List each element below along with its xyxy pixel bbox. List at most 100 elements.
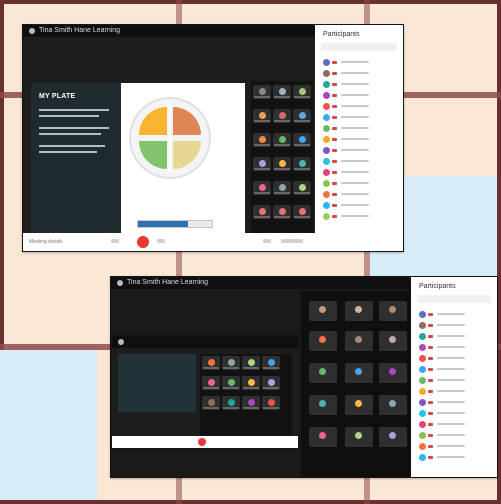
participant-tile[interactable] [273, 205, 291, 219]
participant-row[interactable] [419, 430, 491, 440]
presentation-slide[interactable]: MY PLATE [31, 83, 245, 237]
participant-row[interactable] [323, 123, 397, 133]
participant-row[interactable] [419, 353, 491, 363]
participant-video[interactable] [309, 363, 337, 383]
participant-tile[interactable] [253, 133, 271, 147]
participant-tile[interactable] [273, 181, 291, 195]
participant-row[interactable] [323, 178, 397, 188]
participant-row[interactable] [419, 331, 491, 341]
participant-video[interactable] [309, 301, 337, 321]
participant-tile[interactable] [273, 157, 291, 171]
participant-tile[interactable] [202, 376, 220, 390]
participant-row[interactable] [323, 200, 397, 210]
participant-tile[interactable] [293, 157, 311, 171]
participant-row[interactable] [323, 167, 397, 177]
participant-tile[interactable] [242, 376, 260, 390]
participant-grid [251, 81, 313, 241]
participant-tile[interactable] [242, 396, 260, 410]
participant-row[interactable] [419, 397, 491, 407]
participant-row[interactable] [323, 211, 397, 221]
participants-header: Participants [323, 31, 360, 38]
participant-video[interactable] [309, 331, 337, 351]
participant-video[interactable] [345, 331, 373, 351]
participant-video[interactable] [309, 427, 337, 447]
participant-tile[interactable] [253, 205, 271, 219]
participant-row[interactable] [419, 386, 491, 396]
end-call-button[interactable] [198, 438, 206, 446]
participants-search[interactable] [321, 43, 397, 51]
participant-tile[interactable] [253, 109, 271, 123]
participant-grid [200, 354, 292, 436]
participant-tile[interactable] [262, 356, 280, 370]
participant-tile[interactable] [222, 376, 240, 390]
participant-tile[interactable] [293, 205, 311, 219]
participant-video[interactable] [345, 427, 373, 447]
participant-video[interactable] [309, 395, 337, 415]
window-titlebar [112, 336, 298, 348]
participant-tile[interactable] [293, 109, 311, 123]
captions-button[interactable] [263, 239, 271, 243]
participant-row[interactable] [323, 156, 397, 166]
participant-video-column [301, 291, 411, 477]
participant-row[interactable] [323, 112, 397, 122]
participant-tile[interactable] [242, 356, 260, 370]
participant-row[interactable] [419, 342, 491, 352]
slide-text-line [39, 145, 105, 147]
camera-button[interactable] [157, 239, 165, 243]
participant-row[interactable] [323, 57, 397, 67]
participant-video[interactable] [379, 301, 407, 321]
window-title: Tina Smith Hane Learning [39, 27, 121, 34]
app-icon [29, 28, 35, 34]
participant-video[interactable] [345, 301, 373, 321]
participant-tile[interactable] [202, 356, 220, 370]
participants-search[interactable] [417, 295, 491, 303]
participant-video[interactable] [379, 331, 407, 351]
participant-tile[interactable] [253, 181, 271, 195]
participant-row[interactable] [419, 309, 491, 319]
participant-tile[interactable] [273, 85, 291, 99]
participant-tile[interactable] [293, 181, 311, 195]
participant-tile[interactable] [262, 396, 280, 410]
end-call-button[interactable] [137, 236, 149, 248]
participant-tile[interactable] [293, 133, 311, 147]
participant-tile[interactable] [262, 376, 280, 390]
participant-row[interactable] [419, 441, 491, 451]
participant-tile[interactable] [273, 133, 291, 147]
participant-tile[interactable] [222, 356, 240, 370]
meeting-details-label[interactable]: Meeting details [29, 239, 63, 245]
participant-tile[interactable] [273, 109, 291, 123]
participant-tile[interactable] [202, 396, 220, 410]
participant-video[interactable] [379, 395, 407, 415]
participant-row[interactable] [323, 79, 397, 89]
participant-row[interactable] [323, 90, 397, 100]
participant-row[interactable] [419, 408, 491, 418]
participant-row[interactable] [323, 134, 397, 144]
participant-video[interactable] [345, 363, 373, 383]
participant-row[interactable] [419, 452, 491, 462]
participant-row[interactable] [419, 375, 491, 385]
present-button[interactable] [281, 239, 303, 243]
participant-row[interactable] [419, 320, 491, 330]
participant-tile[interactable] [253, 85, 271, 99]
mic-button[interactable] [111, 239, 119, 243]
participant-row[interactable] [323, 68, 397, 78]
participant-video[interactable] [345, 395, 373, 415]
video-call-window-bottom: Tina Smith Hane Learning Participants [110, 276, 498, 478]
participant-tile[interactable] [222, 396, 240, 410]
participant-row[interactable] [323, 101, 397, 111]
participant-video[interactable] [379, 363, 407, 383]
participant-row[interactable] [323, 145, 397, 155]
participant-row[interactable] [419, 364, 491, 374]
video-call-window-top: Tina Smith Hane Learning MY PLATE Partic… [22, 24, 404, 252]
participant-video[interactable] [379, 427, 407, 447]
slide-progress [137, 220, 213, 228]
participant-row[interactable] [419, 419, 491, 429]
participant-tile[interactable] [253, 157, 271, 171]
participant-tile[interactable] [293, 85, 311, 99]
slide-text-line [39, 133, 101, 135]
participant-row[interactable] [323, 189, 397, 199]
screen-share-area[interactable] [118, 354, 196, 412]
participants-panel: Participants [315, 25, 403, 233]
app-icon [118, 339, 124, 345]
participants-panel: Participants [411, 277, 497, 477]
